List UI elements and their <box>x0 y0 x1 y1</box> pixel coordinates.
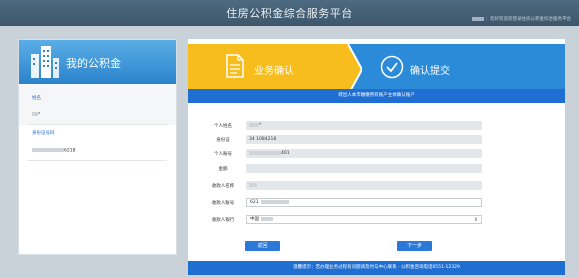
chevron-down-icon: ⇕ <box>473 217 478 223</box>
name-value: * <box>38 112 41 118</box>
form-row: 身份证 34 1084218 <box>188 135 565 145</box>
check-circle-icon <box>380 55 404 79</box>
sidebar-subheader <box>19 84 176 125</box>
notice-bottom: 温馨提示：若办理业务过程有问题请及时与中心联系 · 公积金咨询电话0551-12… <box>188 261 565 275</box>
notice-top: 转出人本市缴缴所有账户主体确认账户 <box>188 89 565 103</box>
field-value-payee-name <box>246 181 482 190</box>
field-value-account: 401 <box>246 149 482 158</box>
name-value-wrap: * <box>32 112 40 118</box>
welcome-text-wrap: ：您好欢迎您登录住房公积金综合服务平台 <box>471 16 572 22</box>
field-label: 收款人银行 <box>211 218 235 223</box>
step-confirm-submit: 确认提交 <box>348 44 565 95</box>
divider <box>27 124 167 125</box>
sidebar-title: 我的公积金 <box>66 57 121 70</box>
field-label: 个人姓名 <box>214 124 232 129</box>
form-row: 收款人名称 <box>188 181 565 191</box>
form-row: 个人姓名 * <box>188 121 565 131</box>
field-value-id: 34 1084218 <box>246 135 482 144</box>
back-button[interactable]: 返回 <box>245 241 280 251</box>
building-icon <box>31 46 59 78</box>
id-mask <box>32 148 64 152</box>
payee-bank-select[interactable]: 中国 ⇕ <box>246 215 482 224</box>
name-label: 姓名 <box>32 96 41 101</box>
field-label: 金额 <box>218 167 228 172</box>
field-label: 个人账号 <box>214 152 232 157</box>
form-row: 个人账号 401 <box>188 149 565 159</box>
field-value-amount <box>246 164 482 173</box>
main-panel: 业务确认 确认提交 转出人本市缴缴所有账户主体确认账户 个人姓名 * 身份证 3… <box>188 39 565 275</box>
form-row: 金额 <box>188 164 565 174</box>
step-arrow <box>338 44 362 95</box>
field-value-name: * <box>246 121 482 130</box>
id-value-wrap: 6218 <box>32 148 75 154</box>
step2-label: 确认提交 <box>410 66 450 77</box>
sidebar-header: 我的公积金 <box>19 40 176 84</box>
document-icon <box>226 54 244 78</box>
field-label: 身份证 <box>216 138 230 143</box>
field-label: 收款人名称 <box>211 184 235 189</box>
divider <box>27 160 167 161</box>
id-label: 身份证号码 <box>32 131 55 136</box>
step-business-confirm: 业务确认 <box>188 44 348 95</box>
id-value: 6218 <box>64 148 76 154</box>
sidebar: 我的公积金 姓名 * 身份证号码 6218 <box>18 39 177 255</box>
payee-account-input[interactable]: 621 <box>246 198 482 207</box>
top-header: 住房公积金综合服务平台 ：您好欢迎您登录住房公积金综合服务平台 <box>0 0 579 26</box>
form-row: 收款人银行 中国 ⇕ <box>188 215 565 225</box>
user-name-masked <box>471 16 484 21</box>
step1-label: 业务确认 <box>254 66 294 77</box>
welcome-text: ：您好欢迎您登录住房公积金综合服务平台 <box>485 17 572 22</box>
next-button[interactable]: 下一步 <box>397 241 432 251</box>
field-label: 收款人账号 <box>211 201 235 206</box>
form-row: 收款人账号 621 <box>188 198 565 208</box>
